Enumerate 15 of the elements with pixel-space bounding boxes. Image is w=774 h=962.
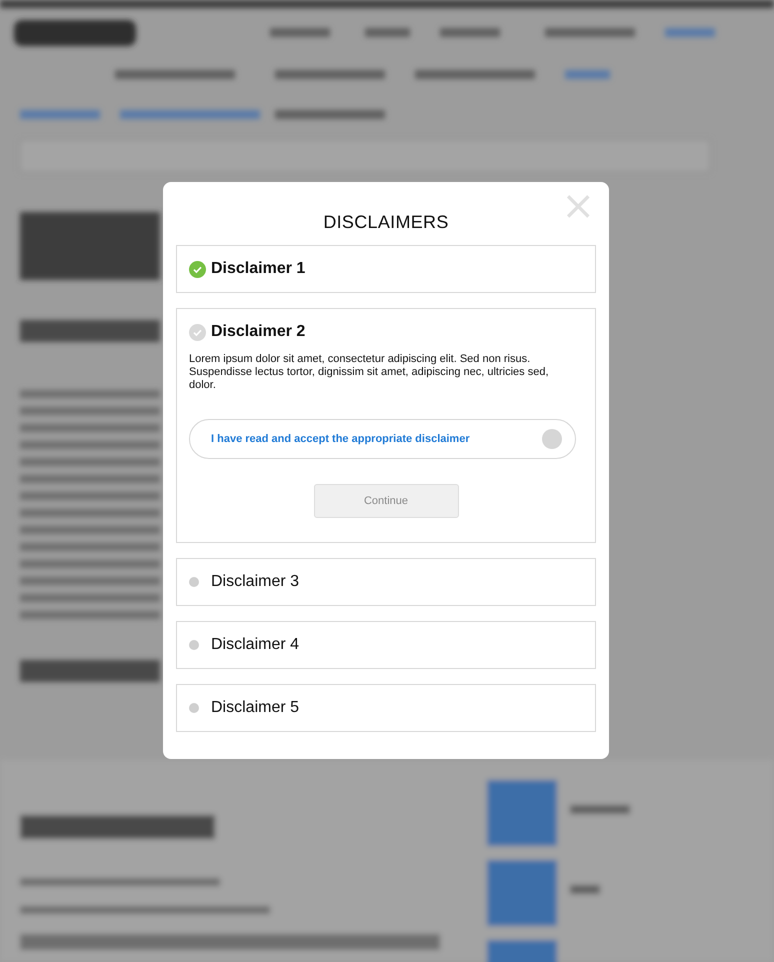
disclaimer-panel[interactable] xyxy=(176,308,596,543)
accept-label: I have read and accept the appropriate disclaimer xyxy=(211,433,470,445)
disclaimer-title: Disclaimer 3 xyxy=(211,573,300,591)
disclaimer-panel[interactable]: Disclaimer 4 xyxy=(176,621,596,669)
toggle-knob[interactable] xyxy=(542,429,562,449)
disclaimer-panel[interactable]: Disclaimer 3 xyxy=(176,558,596,606)
disclaimer-title: Disclaimer 2 xyxy=(211,323,306,341)
disclaimer-title: Disclaimer 4 xyxy=(211,636,300,654)
disclaimer-title: Disclaimer 5 xyxy=(211,699,300,717)
disclaimer-panel[interactable]: Disclaimer 5 xyxy=(176,684,596,732)
disclaimer-text: Lorem ipsum dolor sit amet, consectetur adipiscing elit. Sed non risus. Suspendisse lectus tortor, dignissim sit amet, adipiscing nec, ultricies sed, dolor. xyxy=(189,353,550,392)
dialog-title: DISCLAIMERS xyxy=(322,212,450,233)
disclaimer-title: Disclaimer 1 xyxy=(211,260,306,278)
accept-toggle[interactable]: I have read and accept the appropriate disclaimer xyxy=(189,419,576,459)
disclaimer-panel[interactable]: Disclaimer 1 xyxy=(176,245,596,293)
